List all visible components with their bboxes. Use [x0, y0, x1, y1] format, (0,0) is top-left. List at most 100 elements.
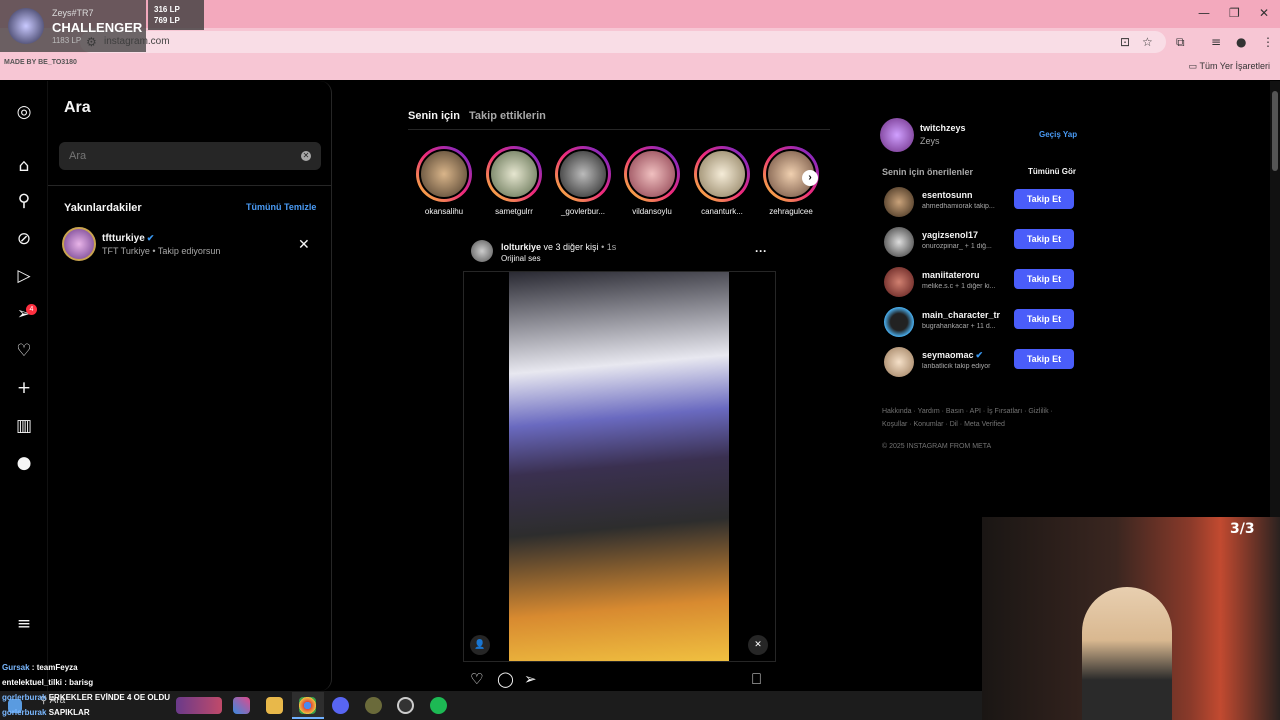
reels-icon[interactable]: ▷ — [14, 266, 34, 286]
save-icon[interactable]: ⎕ — [752, 670, 761, 688]
comment-icon[interactable]: ◯ — [497, 670, 514, 688]
post-audio[interactable]: Orijinal ses — [501, 254, 541, 263]
explore-icon[interactable]: ⊘ — [14, 229, 34, 249]
follow-button[interactable]: Takip Et — [1014, 309, 1074, 329]
story-item[interactable]: sametgulrr — [486, 146, 542, 216]
taskbar-widget[interactable] — [176, 697, 222, 714]
chat-line: gorlerburak ERKEKLER EVİNDE 4 OE OLDU — [2, 693, 171, 702]
more-icon[interactable]: ≡ — [14, 614, 34, 634]
follow-button[interactable]: Takip Et — [1014, 349, 1074, 369]
profile-avatar-icon[interactable]: ● — [1236, 35, 1246, 49]
close-icon[interactable]: ✕ — [298, 236, 310, 253]
footer-links[interactable]: Hakkında · Yardım · Basın · API · İş Fır… — [882, 405, 1082, 431]
all-bookmarks-link[interactable]: ▭ Tüm Yer İşaretleri — [1189, 61, 1270, 72]
footer-line[interactable]: Koşullar · Konumlar · Dil · Meta Verifie… — [882, 418, 1082, 431]
story-item[interactable]: _govlerbur... — [555, 146, 611, 216]
rank-lp: 1183 LP — [52, 36, 82, 45]
chrome-icon[interactable] — [299, 697, 316, 714]
suggestion-name[interactable]: esentosunn — [922, 190, 973, 200]
media-control-icon[interactable]: ≡ — [1211, 35, 1221, 49]
story-name: cananturk... — [701, 207, 743, 216]
feed-tabs: Senin için Takip ettiklerin — [408, 110, 546, 122]
my-handle[interactable]: twitchzeys — [920, 123, 966, 133]
suggestion-sub: onurozpinar_ + 1 diğ... — [922, 243, 992, 250]
suggestion-row: maniitateroru melike.s.c + 1 diğer ki...… — [884, 267, 1074, 299]
post-author-name[interactable]: lolturkiye — [501, 242, 541, 252]
suggestion-name[interactable]: seymaomac ✔ — [922, 350, 983, 361]
story-item[interactable]: okansalihu — [416, 146, 472, 216]
home-icon[interactable]: ⌂ — [14, 156, 34, 176]
story-item[interactable]: vildansoylu — [624, 146, 680, 216]
mute-icon[interactable]: ✕ — [748, 635, 768, 655]
copilot-icon[interactable] — [233, 697, 250, 714]
discord-icon[interactable] — [332, 697, 349, 714]
profile-icon[interactable]: ● — [14, 453, 34, 473]
story-item[interactable]: cananturk... — [694, 146, 750, 216]
avatar[interactable] — [471, 240, 493, 262]
suggestion-name[interactable]: yagizsenol17 — [922, 230, 978, 240]
file-explorer-icon[interactable] — [266, 697, 283, 714]
suggestion-name[interactable]: maniitateroru — [922, 270, 980, 280]
story-name: _govlerbur... — [560, 207, 606, 216]
follow-button[interactable]: Takip Et — [1014, 269, 1074, 289]
webcam-overlay: 3/3 — [982, 517, 1280, 720]
post-video[interactable] — [509, 272, 729, 661]
suggestion-row: seymaomac ✔ lanbatlicik takip ediyor Taki… — [884, 347, 1074, 379]
address-bar[interactable] — [80, 31, 1166, 53]
story-ring — [486, 146, 542, 202]
obs-icon[interactable] — [397, 697, 414, 714]
lp-overlay: 316 LP 769 LP — [148, 0, 204, 30]
avatar[interactable] — [884, 347, 914, 377]
footer-line[interactable]: Hakkında · Yardım · Basın · API · İş Fır… — [882, 405, 1082, 418]
close-window-button[interactable]: ✕ — [1259, 6, 1269, 20]
follow-button[interactable]: Takip Et — [1014, 229, 1074, 249]
overlay-credit: MADE BY BE_TO3180 — [4, 59, 77, 66]
lp-line: 316 LP — [154, 5, 180, 14]
follow-button[interactable]: Takip Et — [1014, 189, 1074, 209]
bookmark-star-icon[interactable]: ☆ — [1142, 35, 1153, 49]
install-app-icon[interactable]: ⊡ — [1120, 35, 1130, 49]
clear-all-link[interactable]: Tümünü Temizle — [246, 202, 316, 212]
post-author[interactable]: lolturkiye ve 3 diğer kişi • 1s — [501, 242, 616, 252]
chat-line: entelektuel_tilki : barisg — [2, 678, 94, 687]
avatar[interactable] — [884, 307, 914, 337]
suggestion-name[interactable]: main_character_tr — [922, 310, 1000, 320]
verified-icon: ✔ — [146, 233, 155, 243]
app-icon[interactable] — [365, 697, 382, 714]
post-coauthors[interactable]: ve 3 diğer kişi — [544, 242, 599, 252]
scrollbar-thumb[interactable] — [1272, 91, 1278, 171]
spotify-icon[interactable] — [430, 697, 447, 714]
extensions-icon[interactable]: ⧉ — [1176, 35, 1185, 50]
clear-search-icon[interactable]: ✕ — [301, 151, 311, 161]
streamer-image — [1082, 587, 1172, 720]
notifications-icon[interactable]: ♡ — [14, 341, 34, 361]
lp-line: 769 LP — [154, 16, 180, 25]
more-options-icon[interactable]: ··· — [755, 244, 767, 258]
maximize-button[interactable]: ❐ — [1229, 6, 1240, 20]
see-all-link[interactable]: Tümünü Gör — [1028, 167, 1076, 176]
switch-account-link[interactable]: Geçiş Yap — [1039, 130, 1077, 139]
avatar[interactable] — [884, 267, 914, 297]
share-icon[interactable]: ➢ — [524, 670, 537, 688]
minimize-button[interactable]: — — [1198, 6, 1210, 20]
search-input[interactable] — [59, 142, 321, 170]
chat-line: Gursak : teamFeyza — [2, 663, 78, 672]
dashboard-icon[interactable]: ▥ — [14, 416, 34, 436]
recent-item-name[interactable]: tftturkiye ✔ — [102, 233, 154, 244]
suggestion-sub: ahmedhamiorak takip... — [922, 203, 995, 210]
avatar[interactable] — [884, 227, 914, 257]
tab-following[interactable]: Takip ettiklerin — [469, 110, 546, 122]
tab-for-you[interactable]: Senin için — [408, 110, 460, 122]
like-icon[interactable]: ♡ — [470, 670, 483, 688]
create-icon[interactable]: + — [14, 378, 34, 398]
search-icon[interactable]: ⚲ — [14, 191, 34, 211]
avatar[interactable] — [880, 118, 914, 152]
instagram-logo-icon[interactable]: ◎ — [14, 102, 34, 122]
browser-menu-icon[interactable]: ⋮ — [1262, 35, 1274, 49]
chevron-right-icon[interactable]: › — [802, 170, 818, 186]
avatar[interactable] — [884, 187, 914, 217]
avatar — [627, 149, 677, 199]
challenger-emblem-icon — [8, 8, 44, 44]
avatar[interactable] — [62, 227, 96, 261]
user-tag-icon[interactable]: 👤 — [470, 635, 490, 655]
